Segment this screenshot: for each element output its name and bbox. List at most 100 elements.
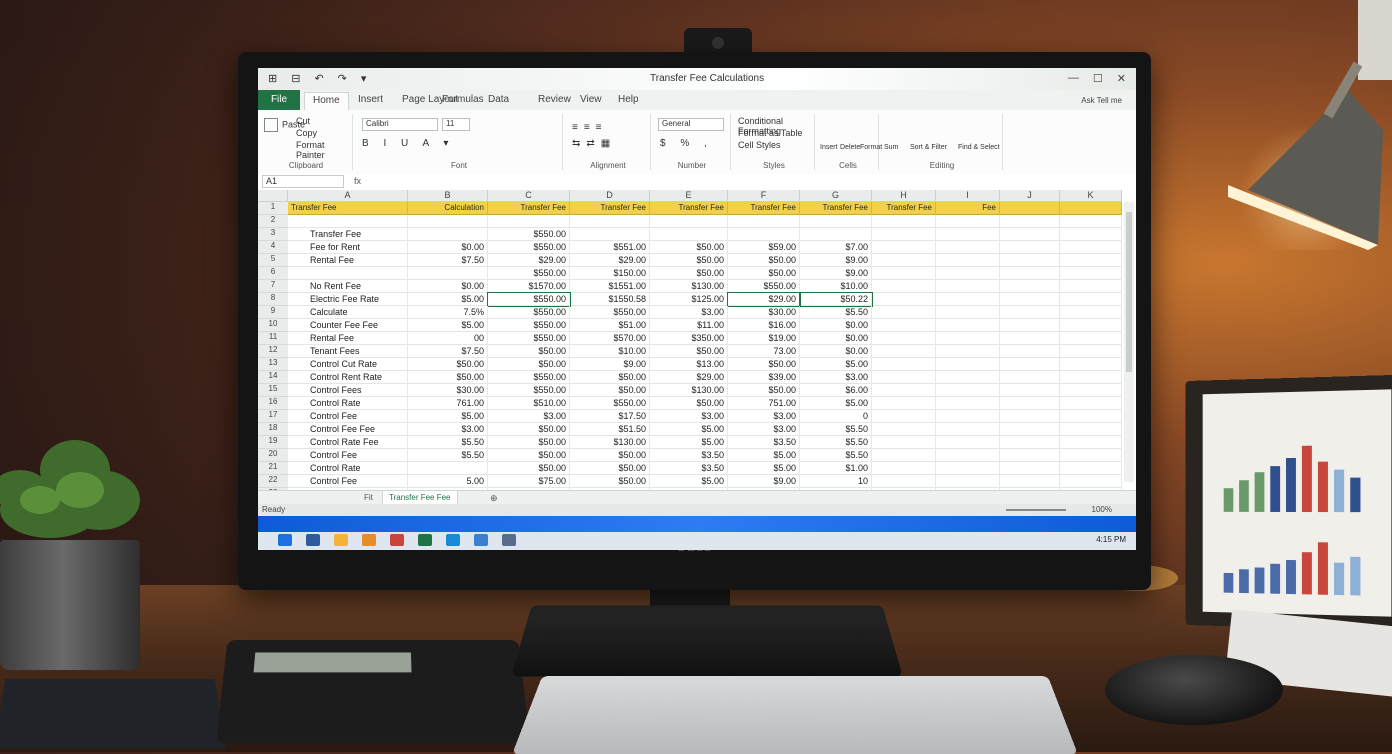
table-cell[interactable]: $550.00 <box>488 371 570 384</box>
table-cell[interactable] <box>872 293 936 306</box>
table-cell[interactable]: $9.00 <box>570 358 650 371</box>
column-header[interactable]: I <box>936 190 1000 202</box>
column-header[interactable]: K <box>1060 190 1122 202</box>
table-cell[interactable]: $29.00 <box>727 292 801 307</box>
header-cell[interactable]: Transfer Fee <box>650 202 728 215</box>
table-cell[interactable] <box>872 462 936 475</box>
table-cell[interactable]: $17.50 <box>570 410 650 423</box>
table-cell[interactable]: $5.00 <box>800 358 872 371</box>
header-cell[interactable] <box>1060 202 1122 215</box>
table-cell[interactable]: $550.00 <box>488 384 570 397</box>
row-header[interactable]: 9 <box>258 306 288 319</box>
save-icon[interactable]: ⊞ <box>268 72 277 85</box>
table-cell[interactable]: $510.00 <box>488 397 570 410</box>
table-cell[interactable]: $50.00 <box>570 384 650 397</box>
table-cell[interactable]: $550.00 <box>488 241 570 254</box>
table-cell[interactable] <box>1060 319 1122 332</box>
app-icon[interactable] <box>390 534 404 546</box>
column-header[interactable]: D <box>570 190 650 202</box>
table-cell[interactable]: $50.00 <box>570 371 650 384</box>
row-header[interactable]: 13 <box>258 358 288 371</box>
table-cell[interactable]: $3.00 <box>800 371 872 384</box>
table-cell[interactable] <box>1060 332 1122 345</box>
table-cell[interactable]: $16.00 <box>728 319 800 332</box>
table-cell[interactable] <box>1000 267 1060 280</box>
table-cell[interactable] <box>872 254 936 267</box>
wrap-merge-buttons[interactable]: ⇆⇄▦ <box>572 138 616 149</box>
table-cell[interactable]: $3.00 <box>650 410 728 423</box>
autosum-button[interactable]: Sum <box>884 144 898 151</box>
table-cell[interactable]: 0 <box>800 410 872 423</box>
table-cell[interactable] <box>872 345 936 358</box>
mail-icon[interactable] <box>474 534 488 546</box>
table-cell[interactable]: $30.00 <box>728 306 800 319</box>
table-cell[interactable] <box>1060 358 1122 371</box>
table-cell[interactable] <box>936 358 1000 371</box>
table-cell[interactable]: $5.00 <box>650 423 728 436</box>
table-cell[interactable] <box>1000 215 1060 228</box>
table-cell[interactable] <box>488 215 570 228</box>
table-cell[interactable]: $50.00 <box>570 462 650 475</box>
autosave-icon[interactable]: ⊟ <box>291 72 300 85</box>
row-header[interactable]: 15 <box>258 384 288 397</box>
cells-format-button[interactable]: Format <box>860 144 882 151</box>
tab-help[interactable]: Help <box>610 92 647 110</box>
table-cell[interactable]: Control Rate <box>288 462 408 475</box>
table-cell[interactable]: $3.00 <box>488 410 570 423</box>
table-cell[interactable] <box>936 410 1000 423</box>
table-cell[interactable] <box>1000 449 1060 462</box>
table-cell[interactable]: Rental Fee <box>288 332 408 345</box>
table-cell[interactable] <box>1060 280 1122 293</box>
table-cell[interactable]: $50.00 <box>650 241 728 254</box>
table-cell[interactable]: $3.00 <box>728 423 800 436</box>
row-header[interactable]: 18 <box>258 423 288 436</box>
table-cell[interactable] <box>872 475 936 488</box>
row-header[interactable]: 12 <box>258 345 288 358</box>
table-cell[interactable]: No Rent Fee <box>288 280 408 293</box>
table-cell[interactable] <box>936 215 1000 228</box>
row-header[interactable]: 19 <box>258 436 288 449</box>
table-cell[interactable] <box>872 449 936 462</box>
table-cell[interactable] <box>936 423 1000 436</box>
table-cell[interactable] <box>872 332 936 345</box>
table-cell[interactable]: $0.00 <box>800 319 872 332</box>
table-cell[interactable] <box>1000 423 1060 436</box>
table-cell[interactable]: $30.00 <box>408 384 488 397</box>
table-cell[interactable]: $5.00 <box>408 410 488 423</box>
table-cell[interactable]: $13.00 <box>650 358 728 371</box>
table-cell[interactable]: Control Fee <box>288 475 408 488</box>
file-explorer-icon[interactable] <box>334 534 348 546</box>
table-cell[interactable]: $50.00 <box>570 475 650 488</box>
table-cell[interactable] <box>288 215 408 228</box>
table-cell[interactable]: 751.00 <box>728 397 800 410</box>
table-cell[interactable] <box>570 228 650 241</box>
table-cell[interactable]: $50.00 <box>650 267 728 280</box>
row-header[interactable]: 21 <box>258 462 288 475</box>
header-cell[interactable]: Transfer Fee <box>728 202 800 215</box>
table-cell[interactable] <box>872 228 936 241</box>
table-cell[interactable] <box>408 462 488 475</box>
column-header[interactable]: F <box>728 190 800 202</box>
number-format-buttons[interactable]: $ % , <box>660 138 713 149</box>
table-cell[interactable]: $50.00 <box>488 358 570 371</box>
table-cell[interactable] <box>650 215 728 228</box>
table-cell[interactable]: $19.00 <box>728 332 800 345</box>
table-cell[interactable]: $3.50 <box>650 449 728 462</box>
cut-button[interactable]: Cut <box>296 116 310 126</box>
table-cell[interactable]: Control Fee <box>288 449 408 462</box>
column-header[interactable]: E <box>650 190 728 202</box>
table-cell[interactable] <box>1000 293 1060 306</box>
table-cell[interactable]: $0.00 <box>408 241 488 254</box>
column-header[interactable]: B <box>408 190 488 202</box>
table-cell[interactable] <box>936 436 1000 449</box>
table-cell[interactable] <box>408 267 488 280</box>
table-cell[interactable]: 73.00 <box>728 345 800 358</box>
table-cell[interactable]: $5.00 <box>650 436 728 449</box>
row-header[interactable]: 20 <box>258 449 288 462</box>
table-cell[interactable] <box>650 228 728 241</box>
row-header[interactable]: 1 <box>258 202 288 215</box>
table-cell[interactable]: $130.00 <box>570 436 650 449</box>
table-cell[interactable]: $59.00 <box>728 241 800 254</box>
table-cell[interactable]: $3.50 <box>650 462 728 475</box>
table-cell[interactable] <box>1000 410 1060 423</box>
